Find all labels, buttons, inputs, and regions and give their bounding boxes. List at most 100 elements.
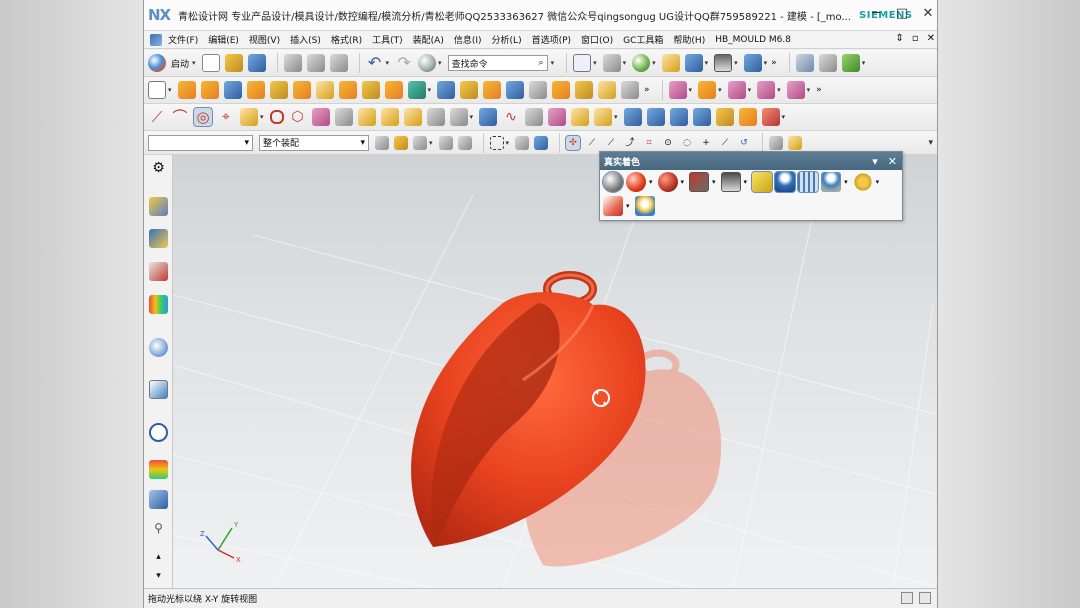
surface-dropdown-icon[interactable]: ▾ [782,113,786,121]
start-icon[interactable] [148,54,166,72]
snap-settings-icon[interactable] [375,135,389,150]
shaded-dropdown-icon[interactable]: ▾ [623,59,627,67]
chamfer-icon[interactable] [575,81,594,99]
ruled-icon[interactable] [646,108,665,126]
panel-close-icon[interactable]: ✕ [888,155,897,168]
sphere-dropdown-icon[interactable]: ▾ [652,59,656,67]
history-icon[interactable] [149,423,168,442]
minimize-button[interactable]: ─ [869,7,883,21]
shadow-person-icon[interactable] [821,172,842,192]
split-body-icon[interactable] [483,81,502,99]
object-material-icon[interactable] [657,172,678,192]
sphere-icon[interactable] [632,54,651,72]
menu-help[interactable]: 帮助(H) [673,33,705,46]
process-studio-icon[interactable]: ⚲ [149,519,168,538]
lighting-icon[interactable] [751,171,774,193]
menu-insert[interactable]: 插入(S) [290,33,321,46]
toolbar-options-icon[interactable]: ▾ [928,138,933,148]
menu-preferences[interactable]: 首选项(P) [532,33,571,46]
menu-tools[interactable]: 工具(T) [372,33,403,46]
unite-icon[interactable] [361,81,380,99]
decal-dropdown-icon[interactable]: ▾ [626,202,630,210]
subtract-icon[interactable] [384,81,403,99]
web-browser-icon[interactable] [149,380,168,399]
type-filter-select[interactable]: ▾ [148,134,253,151]
scene-person-icon[interactable] [774,171,797,193]
undo-icon[interactable]: ↶ [366,54,384,72]
snap-intersection-icon[interactable]: ⌗ [642,136,656,150]
box-select-dropdown-icon[interactable]: ▾ [506,139,510,147]
palette-icon[interactable] [149,460,168,479]
select-face-icon[interactable] [534,135,549,150]
constraint-navigator-icon[interactable] [149,229,168,248]
swept-icon[interactable] [623,108,642,126]
lock-selection-icon[interactable] [438,135,453,150]
pattern-icon[interactable] [529,81,548,99]
replace-face-icon[interactable] [698,81,717,99]
trim-curve-dropdown-icon[interactable]: ▾ [470,113,474,121]
material-editor-dropdown-icon[interactable]: ▾ [712,178,716,186]
synchronous-move-icon[interactable] [668,81,687,99]
select-body-icon[interactable] [515,135,530,150]
cut-icon[interactable] [283,54,302,72]
background-dropdown-icon[interactable]: ▾ [734,59,738,67]
studio-surface-icon[interactable] [692,108,711,126]
part-navigator-icon[interactable] [149,262,168,281]
more-sync-chevron-icon[interactable]: » [816,85,822,95]
bridge-curve-icon[interactable] [403,108,422,126]
patch-icon[interactable] [738,108,757,126]
section-view-icon[interactable] [743,54,762,72]
more-chevron-icon[interactable]: » [771,58,777,68]
start-label[interactable]: 启动 [171,57,189,70]
true-shading-header[interactable]: 真实着色 ▾ ✕ [600,152,902,170]
text-curve-icon[interactable] [311,108,330,126]
render-style-icon[interactable] [418,54,437,72]
axis-dropdown-icon[interactable]: ▾ [862,59,866,67]
new-icon[interactable] [201,54,220,72]
app-menu-icon[interactable] [150,33,162,46]
snap-quadrant-icon[interactable]: ◌ [680,136,694,150]
maximize-button[interactable]: □ [895,7,909,21]
thicken-icon[interactable] [338,81,357,99]
selection-scope-select[interactable]: 整个装配 ▾ [259,134,369,151]
helix-icon[interactable] [548,108,567,126]
snap-on-surface-icon[interactable]: ↺ [737,136,751,150]
background-style-dropdown-icon[interactable]: ▾ [744,178,748,186]
trim-body-icon[interactable] [460,81,479,99]
rectangle-icon[interactable] [269,110,284,124]
n-sided-surface-icon[interactable] [669,108,688,126]
section-dropdown-icon[interactable]: ▾ [764,59,768,67]
revolve-icon[interactable] [200,81,219,99]
wcs-icon[interactable] [795,54,814,72]
join-curve-icon[interactable] [426,108,445,126]
close-button[interactable]: ✕ [921,7,935,21]
hole-icon[interactable] [223,81,242,99]
menu-file[interactable]: 文件(F) [168,33,198,46]
status-window-icon[interactable] [919,592,931,604]
project-curve-icon[interactable] [357,108,376,126]
offset-curve-icon[interactable] [334,108,353,126]
ground-grid-icon[interactable] [797,171,820,193]
menu-information[interactable]: 信息(I) [454,33,482,46]
system-materials-icon[interactable] [149,490,168,509]
menu-view[interactable]: 视图(V) [249,33,280,46]
background-icon[interactable] [714,54,733,72]
redo-icon[interactable]: ↷ [395,54,413,72]
sketch-dropdown-icon[interactable]: ▾ [168,86,172,94]
status-grid-icon[interactable] [901,592,913,604]
studio-render-icon[interactable] [634,196,655,216]
command-finder-input[interactable]: 查找命令 ⌕ [447,55,548,71]
replace-dropdown-icon[interactable]: ▾ [718,86,722,94]
point-icon[interactable]: ⌖ [217,108,235,126]
object-material-dropdown-icon[interactable]: ▾ [681,178,685,186]
fit-view-icon[interactable] [573,54,592,72]
surface-box-icon[interactable] [761,108,780,126]
edge-blend-icon[interactable] [552,81,571,99]
snap-on-curve-icon[interactable]: ⟋ [718,136,732,150]
render-style-dropdown-icon[interactable]: ▾ [438,59,442,67]
spline-icon[interactable]: ∿ [502,108,520,126]
through-curves-icon[interactable] [479,108,498,126]
settings-dropdown-icon[interactable]: ▾ [876,178,880,186]
circle-icon[interactable]: ◎ [193,107,213,127]
assembly-navigator-icon[interactable] [149,197,168,216]
